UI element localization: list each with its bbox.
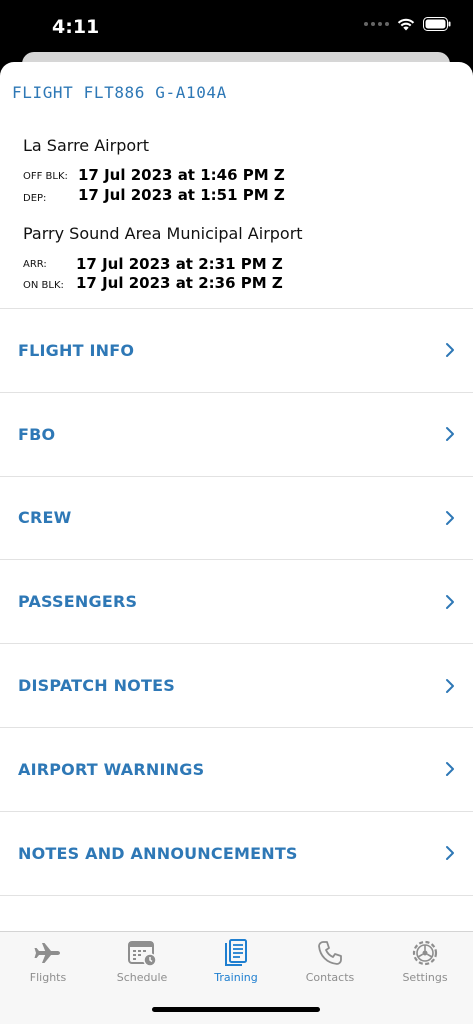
menu-item-fbo[interactable]: FBO: [0, 393, 473, 477]
on-blk-time: 17 Jul 2023 at 2:36 PM Z: [76, 274, 283, 292]
chevron-right-icon: [443, 510, 457, 526]
menu-item-flight-info[interactable]: FLIGHT INFO: [0, 309, 473, 393]
tab-label: Schedule: [116, 971, 168, 984]
document-icon: [221, 938, 251, 968]
tab-label: Training: [214, 971, 258, 984]
flight-detail-sheet: FLIGHT FLT886 G-A104A La Sarre Airport O…: [0, 62, 473, 1024]
airplane-icon: [33, 938, 63, 968]
gear-icon: [410, 938, 440, 968]
chevron-right-icon: [443, 594, 457, 610]
dep-label: DEP:: [23, 193, 47, 204]
status-time: 4:11: [52, 16, 100, 38]
arr-label: ARR:: [23, 259, 47, 270]
menu-item-passengers[interactable]: PASSENGERS: [0, 560, 473, 645]
tab-schedule[interactable]: Schedule: [95, 938, 189, 984]
tab-training[interactable]: Training: [189, 938, 283, 984]
menu-item-airport-warnings[interactable]: AIRPORT WARNINGS: [0, 728, 473, 812]
menu-item-label: FLIGHT INFO: [18, 340, 135, 360]
menu-item-label: CREW: [18, 508, 72, 528]
off-blk-time: 17 Jul 2023 at 1:46 PM Z: [78, 166, 285, 184]
phone-icon: [315, 938, 345, 968]
menu-item-label: DISPATCH NOTES: [18, 676, 175, 696]
tab-contacts[interactable]: Contacts: [283, 938, 377, 984]
on-blk-label: ON BLK:: [23, 280, 64, 291]
arrival-airport: Parry Sound Area Municipal Airport: [23, 224, 303, 243]
menu-item-notes-and-announcements[interactable]: NOTES AND ANNOUNCEMENTS: [0, 812, 473, 896]
home-indicator: [152, 1007, 320, 1012]
tab-flights[interactable]: Flights: [1, 938, 95, 984]
menu-item-crew[interactable]: CREW: [0, 477, 473, 561]
arr-time: 17 Jul 2023 at 2:31 PM Z: [76, 255, 283, 273]
calendar-clock-icon: [127, 938, 157, 968]
status-icons: [364, 17, 451, 31]
menu-item-label: PASSENGERS: [18, 592, 138, 612]
status-bar: 4:11: [0, 0, 473, 52]
menu-item-dispatch-notes[interactable]: DISPATCH NOTES: [0, 644, 473, 728]
tab-label: Settings: [402, 971, 448, 984]
flight-title: FLIGHT FLT886 G-A104A: [12, 83, 227, 102]
chevron-right-icon: [443, 678, 457, 694]
chevron-right-icon: [443, 845, 457, 861]
tab-label: Flights: [29, 971, 67, 984]
tab-label: Contacts: [305, 971, 355, 984]
menu-item-label: AIRPORT WARNINGS: [18, 759, 205, 779]
wifi-icon: [397, 18, 415, 31]
battery-icon: [423, 17, 451, 31]
cellular-signal-icon: [364, 22, 389, 26]
chevron-right-icon: [443, 342, 457, 358]
section-menu: FLIGHT INFO FBO CREW PASSENGERS DISPATCH…: [0, 308, 473, 896]
menu-item-label: FBO: [18, 424, 56, 444]
menu-item-label: NOTES AND ANNOUNCEMENTS: [18, 843, 298, 863]
chevron-right-icon: [443, 761, 457, 777]
departure-airport: La Sarre Airport: [23, 136, 149, 155]
dep-time: 17 Jul 2023 at 1:51 PM Z: [78, 186, 285, 204]
off-blk-label: OFF BLK:: [23, 171, 68, 182]
chevron-right-icon: [443, 426, 457, 442]
tab-settings[interactable]: Settings: [378, 938, 472, 984]
